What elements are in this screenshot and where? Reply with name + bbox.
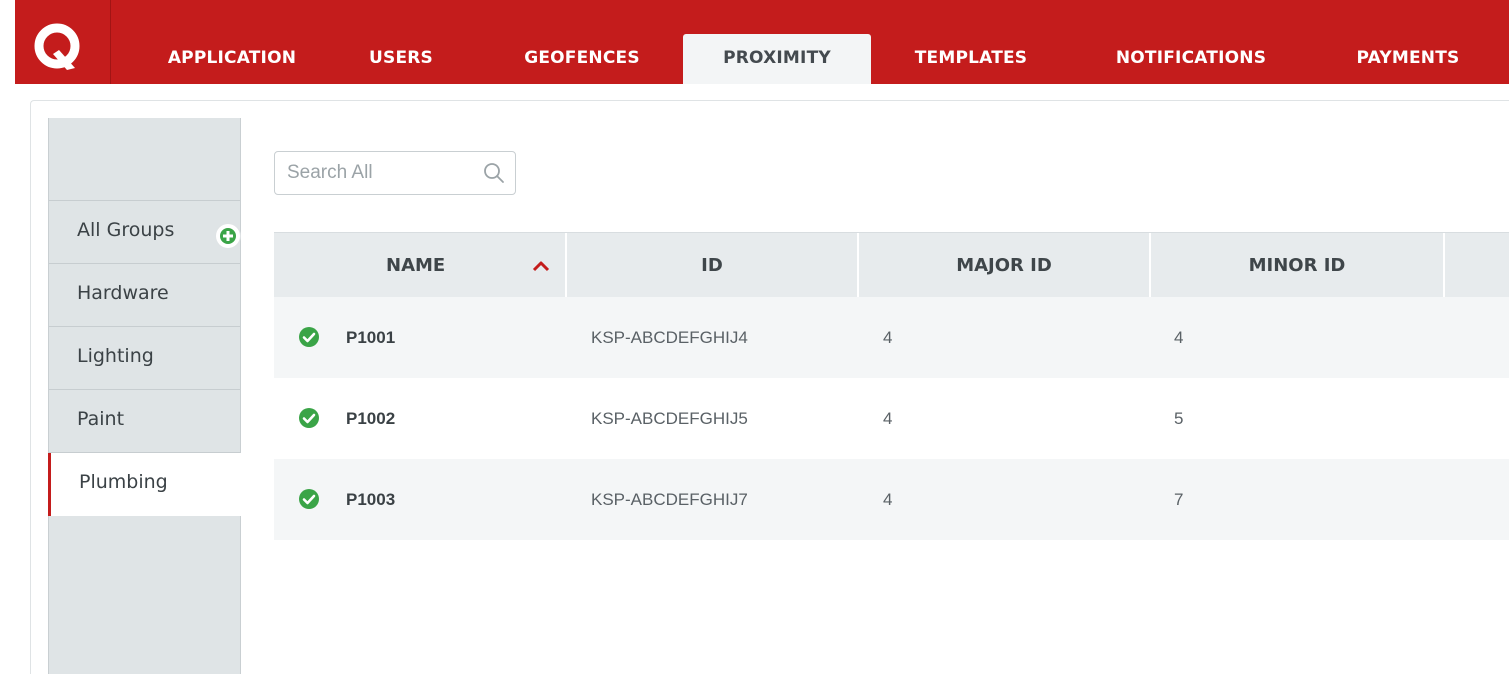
sidebar-item-paint[interactable]: Paint [49,390,240,453]
main-tabs: APPLICATION USERS GEOFENCES PROXIMITY TE… [15,0,1509,84]
row-name: P1002 [346,409,396,428]
check-circle-icon [299,327,319,347]
tab-payments[interactable]: PAYMENTS [1333,34,1483,84]
tab-application[interactable]: APPLICATION [135,34,329,84]
sidebar-item-label: All Groups [77,219,175,241]
column-header-minor-id[interactable]: MINOR ID [1151,233,1445,298]
column-header-name[interactable]: NAME [274,233,567,298]
tab-geofences[interactable]: GEOFENCES [497,34,667,84]
column-header-major-id[interactable]: MAJOR ID [859,233,1151,298]
column-header-extra [1445,233,1509,298]
search-input[interactable] [285,158,475,188]
tab-users[interactable]: USERS [355,34,447,84]
row-id: KSP-ABCDEFGHIJ7 [591,490,748,509]
add-group-button[interactable] [216,224,240,248]
sidebar-item-hardware[interactable]: Hardware [49,264,240,327]
top-nav-bar: APPLICATION USERS GEOFENCES PROXIMITY TE… [15,0,1509,84]
row-name: P1001 [346,328,396,347]
table-row[interactable]: P1003 KSP-ABCDEFGHIJ7 4 7 [274,459,1509,540]
table-header: NAME ID MAJOR ID MINOR ID [274,232,1509,298]
sidebar-item-plumbing[interactable]: Plumbing [48,453,241,516]
sidebar-item-lighting[interactable]: Lighting [49,327,240,390]
sidebar-item-all-groups[interactable]: All Groups [49,201,240,264]
sort-ascending-icon[interactable] [532,260,550,272]
sidebar-item-label: Paint [77,408,125,430]
row-name: P1003 [346,490,396,509]
search-box [274,151,516,195]
row-major-id: 4 [883,490,893,509]
row-minor-id: 5 [1174,409,1184,428]
check-circle-icon [299,489,319,509]
sidebar-item-label: Hardware [77,282,169,304]
column-header-id[interactable]: ID [567,233,859,298]
tab-proximity[interactable]: PROXIMITY [683,34,871,84]
group-sidebar: All Groups Hardware Lighting Paint Plumb… [48,118,241,674]
check-circle-icon [299,408,319,428]
sidebar-item-label: Plumbing [79,471,168,493]
row-id: KSP-ABCDEFGHIJ4 [591,328,748,347]
row-minor-id: 4 [1174,328,1184,347]
sidebar-item-label: Lighting [77,345,154,367]
sidebar-header [49,118,240,201]
table-row[interactable]: P1001 KSP-ABCDEFGHIJ4 4 4 [274,297,1509,378]
beacons-table: NAME ID MAJOR ID MINOR ID P1001 KSP-ABCD… [274,232,1509,540]
plus-icon [220,228,236,244]
tab-templates[interactable]: TEMPLATES [887,34,1055,84]
row-major-id: 4 [883,409,893,428]
search-icon[interactable] [483,162,505,184]
table-row[interactable]: P1002 KSP-ABCDEFGHIJ5 4 5 [274,378,1509,459]
row-id: KSP-ABCDEFGHIJ5 [591,409,748,428]
row-major-id: 4 [883,328,893,347]
tab-notifications[interactable]: NOTIFICATIONS [1085,34,1297,84]
row-minor-id: 7 [1174,490,1184,509]
